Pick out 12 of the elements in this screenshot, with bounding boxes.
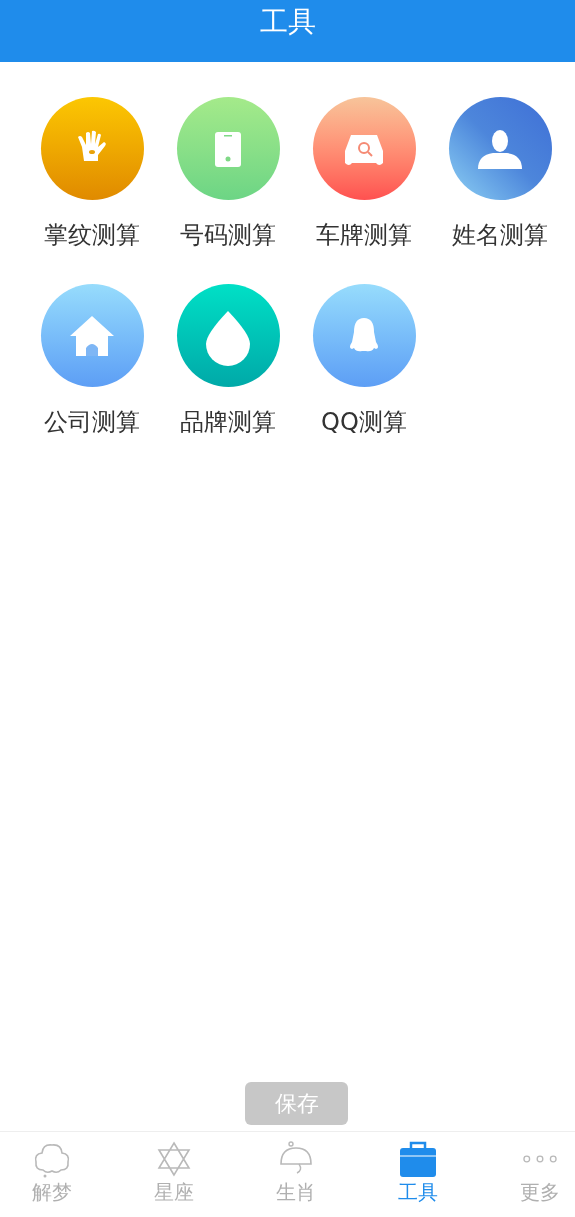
toolbox-icon	[399, 1140, 437, 1178]
more-icon	[523, 1155, 557, 1163]
tool-item[interactable]: QQ测算	[296, 284, 432, 439]
tool-item[interactable]: 姓名测算	[432, 97, 568, 252]
star-icon	[155, 1140, 193, 1178]
tool-item[interactable]: 车牌测算	[296, 97, 432, 252]
page-title: 工具	[259, 4, 316, 40]
tool-item[interactable]: 号码测算	[160, 97, 296, 252]
tool-item[interactable]: 掌纹测算	[24, 97, 160, 252]
tool-item[interactable]: 公司测算	[24, 284, 160, 439]
tool-item[interactable]: 品牌测算	[160, 284, 296, 439]
tab[interactable]: 工具	[357, 1140, 479, 1206]
